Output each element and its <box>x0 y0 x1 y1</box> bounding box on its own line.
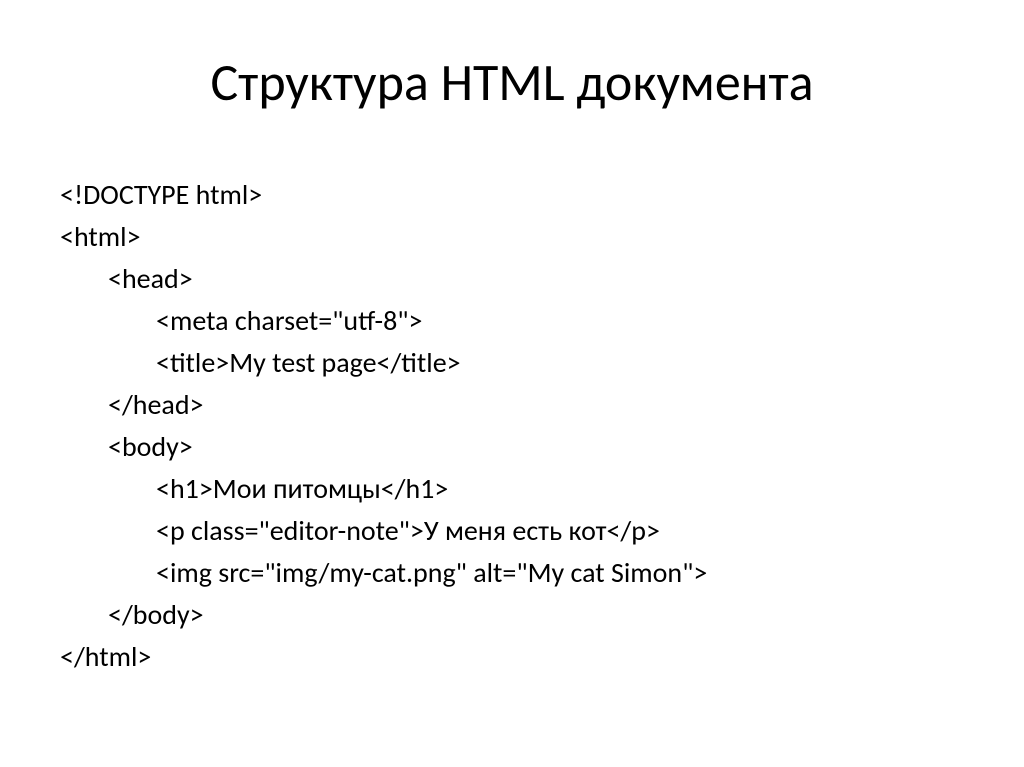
code-line-p: <p class="editor-note">У меня есть кот</… <box>60 510 964 552</box>
code-example: <!DOCTYPE html> <html> <head> <meta char… <box>60 174 964 678</box>
code-line-doctype: <!DOCTYPE html> <box>60 174 964 216</box>
code-line-html-close: </html> <box>60 636 964 678</box>
slide-title: Структура HTML документа <box>60 50 964 114</box>
code-line-h1: <h1>Мои питомцы</h1> <box>60 468 964 510</box>
code-line-head-close: </head> <box>60 384 964 426</box>
code-line-head-open: <head> <box>60 258 964 300</box>
code-line-img: <img src="img/my-cat.png" alt="My cat Si… <box>60 552 964 594</box>
code-line-title: <title>My test page</title> <box>60 342 964 384</box>
code-line-html-open: <html> <box>60 216 964 258</box>
code-line-meta: <meta charset="utf-8"> <box>60 300 964 342</box>
code-line-body-open: <body> <box>60 426 964 468</box>
code-line-body-close: </body> <box>60 594 964 636</box>
